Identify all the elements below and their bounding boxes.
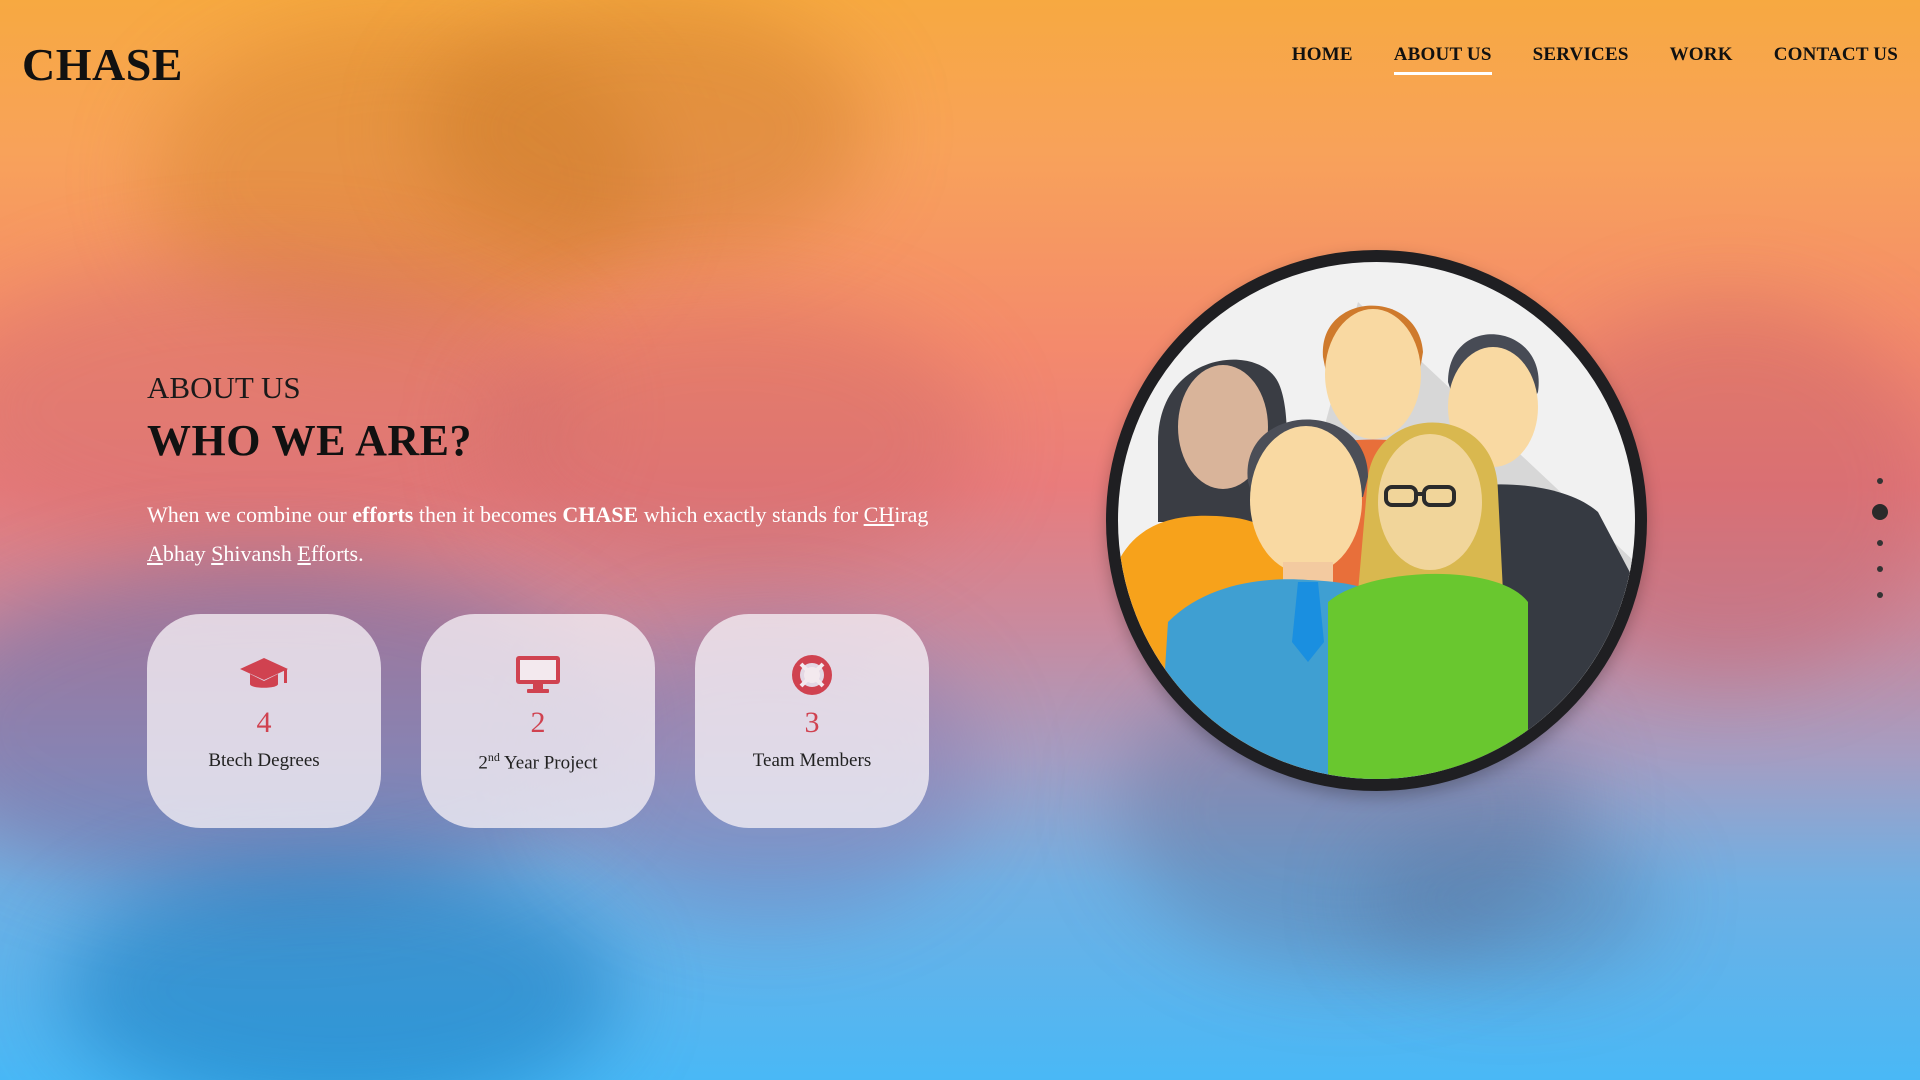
stat-value: 3: [804, 706, 820, 739]
acronym-letter-a: A: [147, 541, 163, 566]
nav-about-us[interactable]: ABOUT US: [1393, 44, 1492, 75]
nav-services[interactable]: SERVICES: [1533, 44, 1629, 75]
stat-card-team: 3 Team Members: [695, 614, 929, 828]
desktop-icon: [512, 654, 564, 696]
stat-label: Team Members: [752, 750, 872, 771]
emphasis-chase: CHASE: [562, 502, 639, 527]
about-description: When we combine our efforts then it beco…: [147, 502, 929, 566]
section-title: WHO WE ARE?: [147, 416, 472, 465]
main-nav: HOME ABOUT US SERVICES WORK CONTACT US: [1292, 44, 1898, 75]
brand-logo[interactable]: CHASE: [22, 38, 183, 91]
acronym-letter-ch: CH: [863, 502, 895, 527]
stats-cards: 4 Btech Degrees 2 2nd Year Project 3 Tea…: [147, 614, 929, 828]
stat-value: 2: [530, 706, 546, 739]
graduation-cap-icon: [238, 654, 290, 696]
stat-card-projects: 2 2nd Year Project: [421, 614, 655, 828]
nav-home[interactable]: HOME: [1292, 44, 1353, 75]
emphasis-efforts: efforts: [352, 502, 414, 527]
pagination-dot-active[interactable]: [1872, 504, 1888, 520]
stat-card-degrees: 4 Btech Degrees: [147, 614, 381, 828]
pagination-dot[interactable]: [1877, 478, 1883, 484]
section-pagination: [1872, 478, 1888, 598]
stat-label: 2nd Year Project: [478, 750, 598, 774]
section-subtitle: ABOUT US: [147, 370, 301, 405]
life-ring-icon: [786, 654, 838, 696]
pagination-dot[interactable]: [1877, 566, 1883, 572]
acronym-letter-s: S: [211, 541, 224, 566]
pagination-dot[interactable]: [1877, 592, 1883, 598]
stat-value: 4: [256, 706, 272, 739]
pagination-dot[interactable]: [1877, 540, 1883, 546]
acronym-letter-e: E: [297, 541, 311, 566]
stat-label: Btech Degrees: [208, 750, 320, 771]
nav-contact-us[interactable]: CONTACT US: [1774, 44, 1898, 75]
nav-work[interactable]: WORK: [1670, 44, 1733, 75]
team-illustration: [1106, 250, 1647, 791]
